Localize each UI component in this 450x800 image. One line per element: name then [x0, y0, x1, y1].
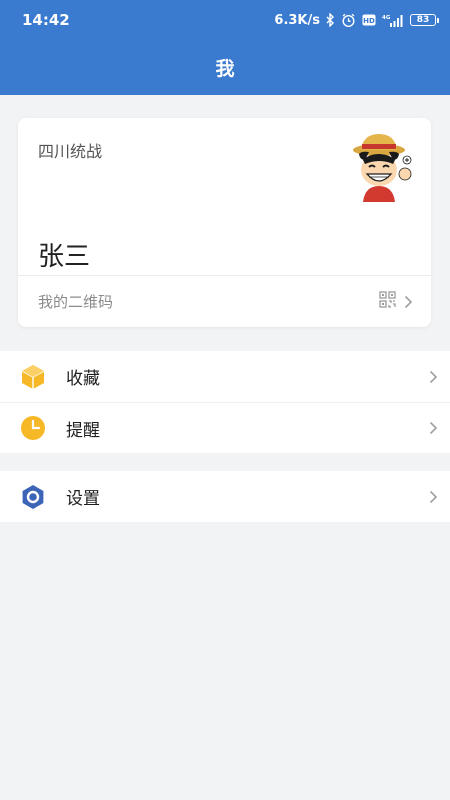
- chevron-right-icon: [429, 421, 438, 435]
- page-title: 我: [215, 58, 235, 80]
- menu-item-reminders[interactable]: 提醒: [0, 402, 450, 453]
- menu-label-favorites: 收藏: [66, 369, 100, 389]
- status-bar: 14:42 6.3K/s HD 4G 83: [0, 0, 450, 40]
- network-speed: 6.3K/s: [274, 12, 320, 28]
- qr-code-label: 我的二维码: [38, 293, 114, 311]
- alarm-icon: [341, 13, 356, 28]
- chevron-right-icon: [429, 490, 438, 504]
- status-time: 14:42: [22, 11, 70, 29]
- my-qr-code-row[interactable]: 我的二维码: [18, 276, 431, 327]
- chevron-right-icon: [429, 370, 438, 384]
- svg-text:4G: 4G: [382, 15, 391, 21]
- qr-row-actions: [379, 291, 413, 312]
- profile-card[interactable]: 四川统战 张三 我的二维码: [18, 118, 431, 327]
- menu-group-primary: 收藏 提醒: [0, 351, 450, 453]
- user-name: 张三: [38, 242, 91, 272]
- menu-group-settings: 设置: [0, 471, 450, 522]
- chevron-right-icon: [404, 295, 413, 309]
- qr-code-icon: [379, 291, 396, 312]
- menu-label-settings: 设置: [66, 489, 100, 509]
- signal-4g-icon: 4G: [382, 14, 404, 27]
- svg-text:HD: HD: [363, 17, 375, 25]
- clock-icon: [20, 415, 46, 441]
- hd-icon: HD: [362, 14, 376, 26]
- avatar[interactable]: [349, 130, 415, 202]
- organization-name: 四川统战: [38, 142, 103, 161]
- menu-item-settings[interactable]: 设置: [0, 471, 450, 522]
- menu-item-favorites[interactable]: 收藏: [0, 351, 450, 402]
- menu-label-reminders: 提醒: [66, 420, 100, 441]
- status-indicators: 6.3K/s HD 4G 83: [274, 12, 439, 28]
- bluetooth-icon: [326, 13, 335, 27]
- settings-icon: [20, 484, 46, 510]
- battery-icon: 83: [410, 14, 439, 26]
- header: 我: [0, 40, 450, 95]
- box-icon: [20, 364, 46, 390]
